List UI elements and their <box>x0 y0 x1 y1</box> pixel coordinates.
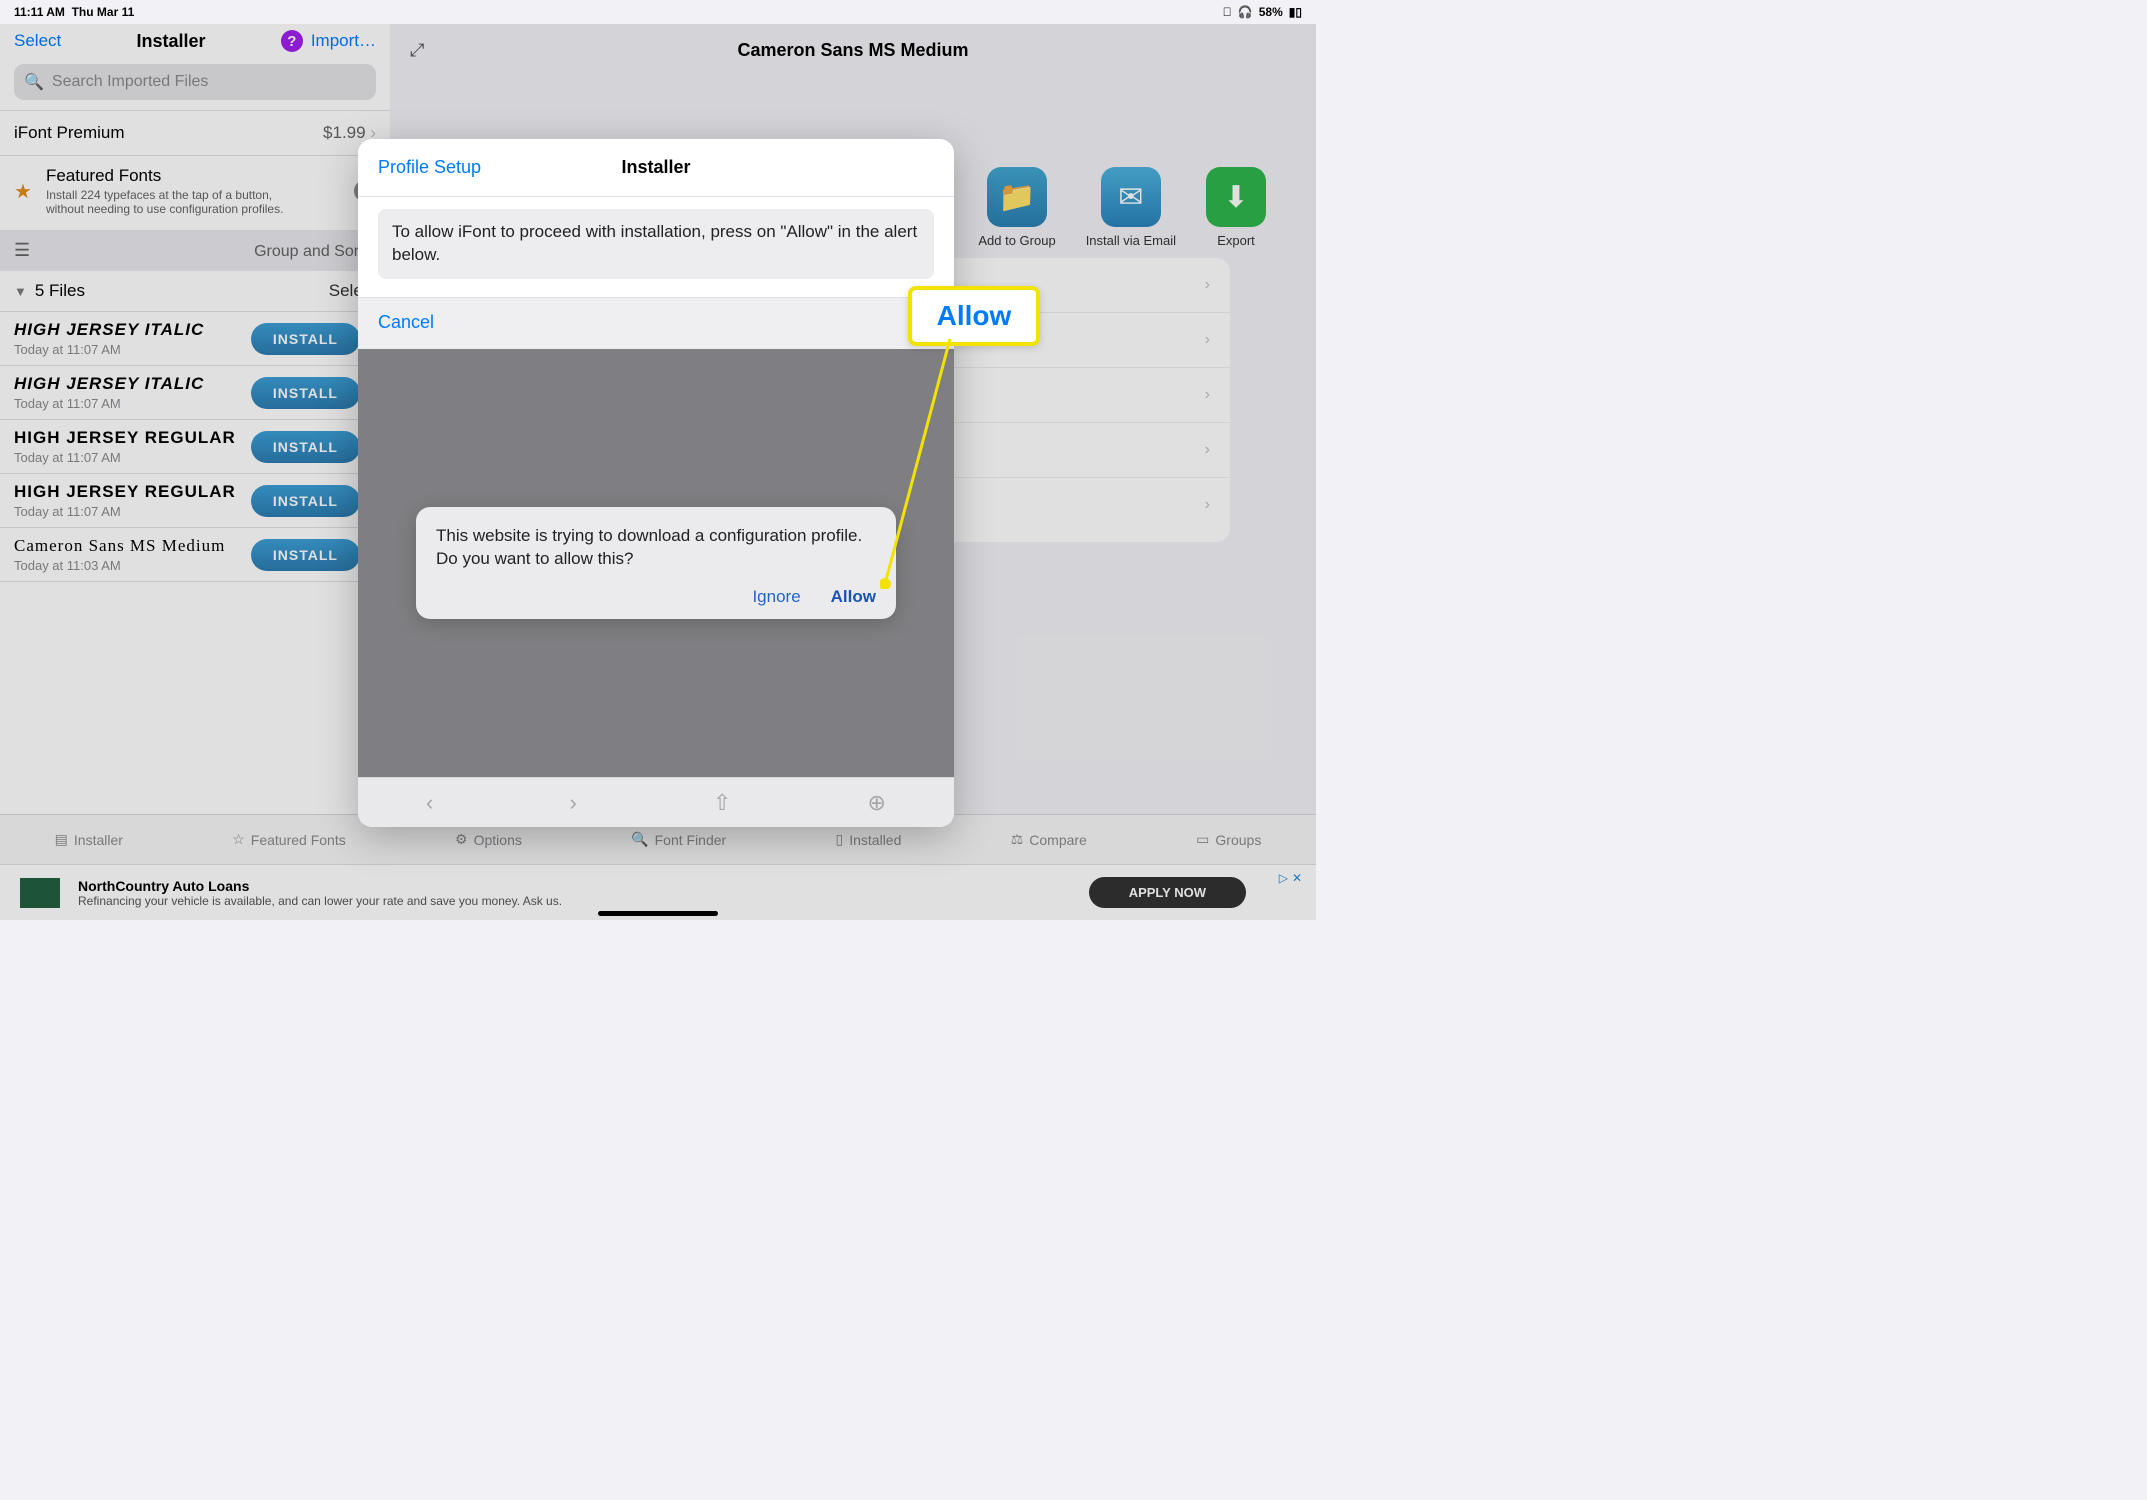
status-time: 11:11 AM <box>14 5 65 19</box>
cancel-button[interactable]: Cancel <box>378 312 434 332</box>
home-indicator <box>598 911 718 916</box>
cancel-row: Cancel <box>358 297 954 349</box>
safari-icon[interactable]: ⊕ <box>867 790 885 816</box>
back-icon[interactable]: ‹ <box>426 790 433 816</box>
battery-icon: ▮▯ <box>1289 5 1302 19</box>
modal-message: To allow iFont to proceed with installat… <box>378 209 934 279</box>
battery-pct: 58% <box>1259 5 1283 19</box>
allow-callout: Allow <box>908 286 1040 346</box>
modal-body: This website is trying to download a con… <box>358 349 954 777</box>
profile-setup-back-button[interactable]: Profile Setup <box>378 157 481 178</box>
modal-toolbar: ‹ › ⇧ ⊕ <box>358 777 954 827</box>
modal-header: Profile Setup Installer <box>358 139 954 197</box>
wifi-icon: 􀙇 <box>1223 5 1232 19</box>
status-bar: 11:11 AM Thu Mar 11 􀙇 🎧 58% ▮▯ <box>0 0 1316 24</box>
status-date: Thu Mar 11 <box>72 5 135 19</box>
allow-button[interactable]: Allow <box>831 587 876 607</box>
download-alert: This website is trying to download a con… <box>416 507 896 619</box>
alert-message: This website is trying to download a con… <box>436 525 876 571</box>
headphones-icon: 🎧 <box>1238 5 1253 19</box>
modal-title: Installer <box>621 157 690 178</box>
forward-icon[interactable]: › <box>569 790 576 816</box>
installer-modal: Profile Setup Installer To allow iFont t… <box>358 139 954 827</box>
ignore-button[interactable]: Ignore <box>752 587 800 607</box>
share-icon[interactable]: ⇧ <box>713 790 731 816</box>
